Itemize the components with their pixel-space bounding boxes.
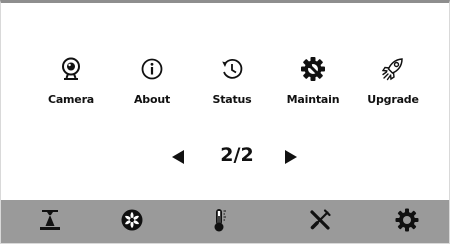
menu-item-camera[interactable]: Camera (31, 54, 111, 114)
info-icon (137, 54, 167, 84)
bottom-toolbar (1, 200, 449, 243)
fan-icon (120, 208, 144, 236)
page-indicator: 2/2 (220, 144, 254, 166)
menu-label-upgrade: Upgrade (367, 93, 419, 106)
gear-wrench-icon (298, 54, 328, 84)
print-bed-icon (39, 209, 61, 235)
screen: Camera About Status Maintain Upgrade 2/2 (0, 0, 450, 244)
toolbar-temperature-button[interactable] (202, 204, 238, 240)
toolbar-print-bed-button[interactable] (32, 204, 68, 240)
triangle-right-icon[interactable] (285, 150, 297, 164)
settings-gear-icon (395, 208, 419, 236)
menu-item-maintain[interactable]: Maintain (273, 54, 353, 114)
thermometer-icon (210, 208, 230, 236)
menu-label-camera: Camera (47, 93, 95, 106)
webcam-icon (56, 54, 86, 84)
pagination: 2/2 (1, 143, 449, 171)
toolbar-tools-button[interactable] (302, 204, 338, 240)
menu-grid: Camera About Status Maintain Upgrade (1, 54, 449, 114)
menu-item-upgrade[interactable]: Upgrade (353, 54, 433, 114)
history-clock-icon (217, 54, 247, 84)
toolbar-settings-button[interactable] (389, 204, 425, 240)
triangle-left-icon[interactable] (172, 150, 184, 164)
menu-label-maintain: Maintain (286, 93, 340, 106)
menu-item-status[interactable]: Status (192, 54, 272, 114)
tools-icon (308, 208, 332, 236)
toolbar-fan-button[interactable] (114, 204, 150, 240)
menu-item-about[interactable]: About (112, 54, 192, 114)
menu-label-about: About (133, 93, 171, 106)
menu-label-status: Status (212, 93, 252, 106)
rocket-icon (378, 54, 408, 84)
